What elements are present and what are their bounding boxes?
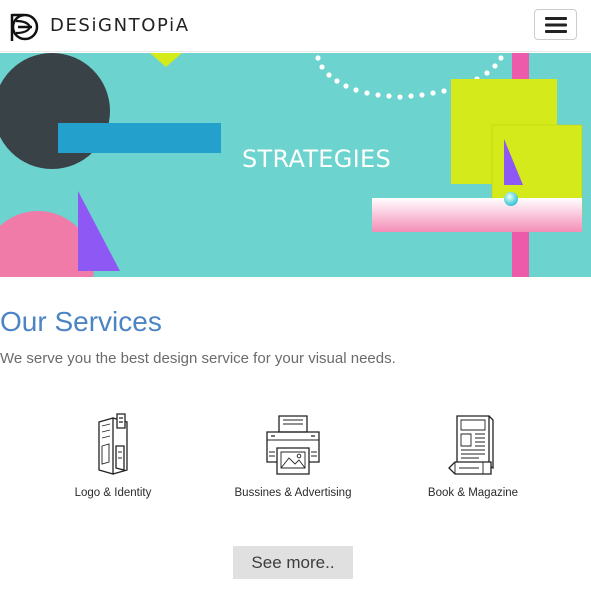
service-business-advertising[interactable]: Bussines & Advertising: [208, 412, 378, 506]
service-logo-identity[interactable]: Logo & Identity: [28, 412, 198, 506]
see-more-button[interactable]: See more..: [233, 546, 353, 579]
yellow-triangle-shape: [150, 53, 182, 67]
hamburger-menu-icon: [544, 16, 567, 33]
menu-toggle-button[interactable]: [534, 9, 577, 40]
services-title: Our Services: [0, 306, 162, 337]
magazine-pencil-icon: [388, 412, 558, 478]
folder-document-icon: [28, 412, 198, 478]
gradient-bar-shape: [372, 198, 582, 232]
purple-triangle-shape: [78, 191, 120, 271]
ball-shape: [504, 192, 518, 206]
hero-title: STRATEGIES: [242, 145, 392, 173]
service-label: Bussines & Advertising: [234, 487, 352, 499]
design-logo-icon: [8, 8, 40, 44]
service-label: Logo & Identity: [74, 487, 152, 499]
brand-name: DESiGNTOPiA: [50, 15, 190, 36]
service-label: Book & Magazine: [427, 487, 519, 499]
blue-bar-shape: [58, 123, 221, 153]
hero-banner: STRATEGIES: [0, 53, 591, 277]
printer-icon: [208, 412, 378, 478]
brand-link[interactable]: DESiGNTOPiA: [8, 8, 190, 44]
navbar: DESiGNTOPiA: [0, 0, 591, 52]
service-book-magazine[interactable]: Book & Magazine: [388, 412, 558, 506]
services-subtitle: We serve you the best design service for…: [0, 350, 396, 367]
